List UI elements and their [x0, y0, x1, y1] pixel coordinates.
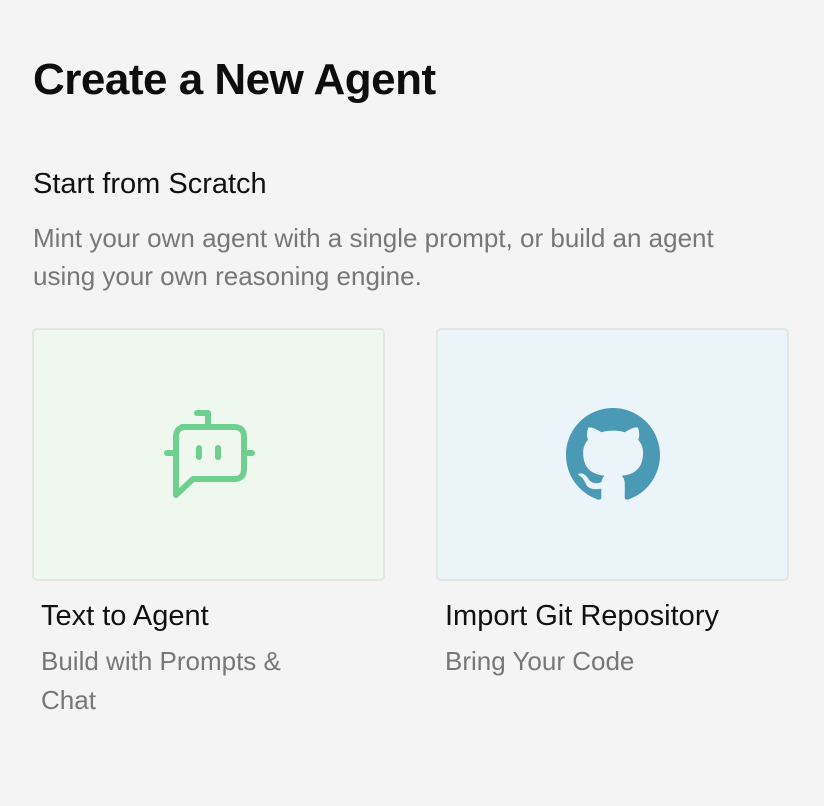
- bot-chat-icon: [163, 409, 255, 498]
- create-agent-page: Create a New Agent Start from Scratch Mi…: [0, 0, 824, 806]
- section-description: Mint your own agent with a single prompt…: [33, 223, 714, 291]
- text-to-agent-label[interactable]: Text to Agent: [41, 598, 209, 634]
- page-title: Create a New Agent: [33, 55, 436, 104]
- text-to-agent-card[interactable]: [32, 328, 385, 581]
- section-title: Start from Scratch: [33, 168, 267, 200]
- import-git-subtitle: Bring Your Code: [445, 646, 635, 676]
- import-git-label[interactable]: Import Git Repository: [445, 598, 719, 634]
- text-to-agent-subtitle: Build with Prompts & Chat: [41, 646, 281, 715]
- github-icon: [565, 407, 660, 500]
- import-git-card[interactable]: [436, 328, 789, 581]
